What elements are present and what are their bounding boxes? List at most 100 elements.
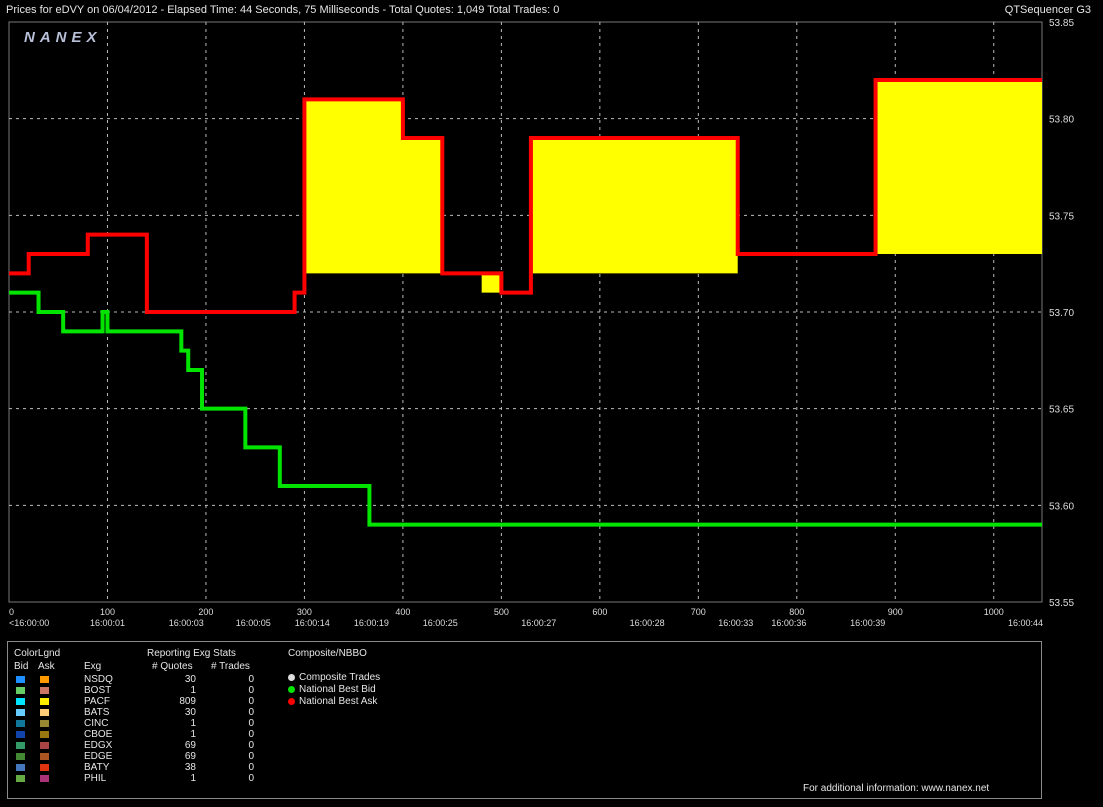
y-tick-label: 53.55: [1049, 598, 1074, 609]
footer-note: For additional information: www.nanex.ne…: [803, 783, 990, 794]
x-tick-label: 1000: [984, 607, 1004, 617]
x-tick-label: 500: [494, 607, 509, 617]
ask-color-swatch: [40, 709, 49, 716]
exg-header: Exg: [84, 661, 102, 672]
exchange-name: CINC: [84, 718, 109, 729]
bid-color-swatch: [16, 676, 25, 683]
time-label: 16:00:33: [718, 618, 753, 628]
time-label: 16:00:25: [423, 618, 458, 628]
composite-legend-item: National Best Bid: [288, 684, 376, 695]
x-tick-label: 600: [592, 607, 607, 617]
composite-legend-label: National Best Ask: [299, 696, 378, 707]
x-tick-label: 400: [395, 607, 410, 617]
trades-header: # Trades: [211, 661, 250, 672]
quote-count: 69: [184, 740, 196, 751]
time-label: 16:00:01: [90, 618, 125, 628]
bid-color-swatch: [16, 687, 25, 694]
composite-legend-label: Composite Trades: [299, 672, 381, 683]
price-chart: 53.85 53.80 53.75 53.70 53.65 53.60 53.55 0 100 2…: [8, 18, 1074, 628]
bid-color-swatch: [16, 764, 25, 771]
quote-count: 38: [184, 762, 196, 773]
time-label: 16:00:28: [630, 618, 665, 628]
ask-color-swatch: [40, 753, 49, 760]
y-tick-label: 53.60: [1049, 501, 1074, 512]
ask-color-swatch: [40, 687, 49, 694]
bid-color-swatch: [16, 775, 25, 782]
time-label: 16:00:05: [236, 618, 271, 628]
x-tick-label: 100: [100, 607, 115, 617]
bid-color-swatch: [16, 753, 25, 760]
time-label: 16:00:44: [1008, 618, 1043, 628]
trade-count: 0: [248, 762, 254, 773]
trade-count: 0: [248, 685, 254, 696]
x-tick-label: 300: [297, 607, 312, 617]
bid-color-swatch: [16, 742, 25, 749]
exchange-name: BATS: [84, 707, 110, 718]
quotes-header: # Quotes: [152, 661, 193, 672]
exchange-name: NSDQ: [84, 674, 113, 685]
legend-dot-icon: [288, 698, 295, 705]
ask-color-swatch: [40, 764, 49, 771]
composite-legend-item: National Best Ask: [288, 696, 377, 707]
trade-count: 0: [248, 696, 254, 707]
quote-count: 809: [179, 696, 196, 707]
exchange-name: EDGE: [84, 751, 113, 762]
legend-panel: ColorLgnd Bid Ask Exg Reporting Exg Stat…: [7, 641, 1042, 799]
y-tick-label: 53.75: [1049, 211, 1074, 222]
time-label: 16:00:14: [295, 618, 330, 628]
x-tick-label: 0: [9, 607, 14, 617]
y-tick-label: 53.85: [1049, 18, 1074, 29]
quote-count: 1: [190, 773, 196, 784]
bid-header: Bid: [14, 661, 29, 672]
legend-dot-icon: [288, 674, 295, 681]
ask-color-swatch: [40, 720, 49, 727]
color-legend-title: ColorLgnd: [14, 648, 61, 659]
trade-count: 0: [248, 729, 254, 740]
composite-legend-item: Composite Trades: [288, 672, 380, 683]
bid-color-swatch: [16, 698, 25, 705]
time-label: 16:00:39: [850, 618, 885, 628]
time-label: 16:00:19: [354, 618, 389, 628]
chart-title: Prices for eDVY on 06/04/2012 - Elapsed …: [6, 4, 560, 16]
bid-color-swatch: [16, 709, 25, 716]
exchange-name: CBOE: [84, 729, 113, 740]
bid-color-swatch: [16, 731, 25, 738]
exchange-name: PHIL: [84, 773, 107, 784]
quote-count: 1: [190, 729, 196, 740]
exchange-name: EDGX: [84, 740, 113, 751]
trade-count: 0: [248, 707, 254, 718]
legend-dot-icon: [288, 686, 295, 693]
title-bar: Prices for eDVY on 06/04/2012 - Elapsed …: [0, 0, 1103, 20]
x-tick-label: 900: [888, 607, 903, 617]
nanex-logo: NANEX: [24, 29, 102, 46]
ask-color-swatch: [40, 731, 49, 738]
y-tick-label: 53.80: [1049, 115, 1074, 126]
x-tick-label: 800: [789, 607, 804, 617]
stats-title: Reporting Exg Stats: [147, 648, 236, 659]
ask-color-swatch: [40, 775, 49, 782]
y-tick-label: 53.70: [1049, 308, 1074, 319]
x-tick-label: 200: [198, 607, 213, 617]
ask-color-swatch: [40, 742, 49, 749]
time-label: 16:00:36: [771, 618, 806, 628]
quote-count: 30: [184, 674, 196, 685]
quote-count: 69: [184, 751, 196, 762]
trade-count: 0: [248, 751, 254, 762]
exchange-name: PACF: [84, 696, 110, 707]
trade-count: 0: [248, 674, 254, 685]
ask-header: Ask: [38, 661, 55, 672]
time-label: 16:00:03: [169, 618, 204, 628]
quote-count: 1: [190, 718, 196, 729]
trade-count: 0: [248, 740, 254, 751]
ask-color-swatch: [40, 676, 49, 683]
exchange-name: BOST: [84, 685, 112, 696]
bid-color-swatch: [16, 720, 25, 727]
composite-legend-label: National Best Bid: [299, 684, 376, 695]
trade-count: 0: [248, 773, 254, 784]
x-tick-label: 700: [691, 607, 706, 617]
time-label: 16:00:27: [521, 618, 556, 628]
trade-count: 0: [248, 718, 254, 729]
quote-count: 1: [190, 685, 196, 696]
y-tick-label: 53.65: [1049, 405, 1074, 416]
composite-title: Composite/NBBO: [288, 648, 367, 659]
